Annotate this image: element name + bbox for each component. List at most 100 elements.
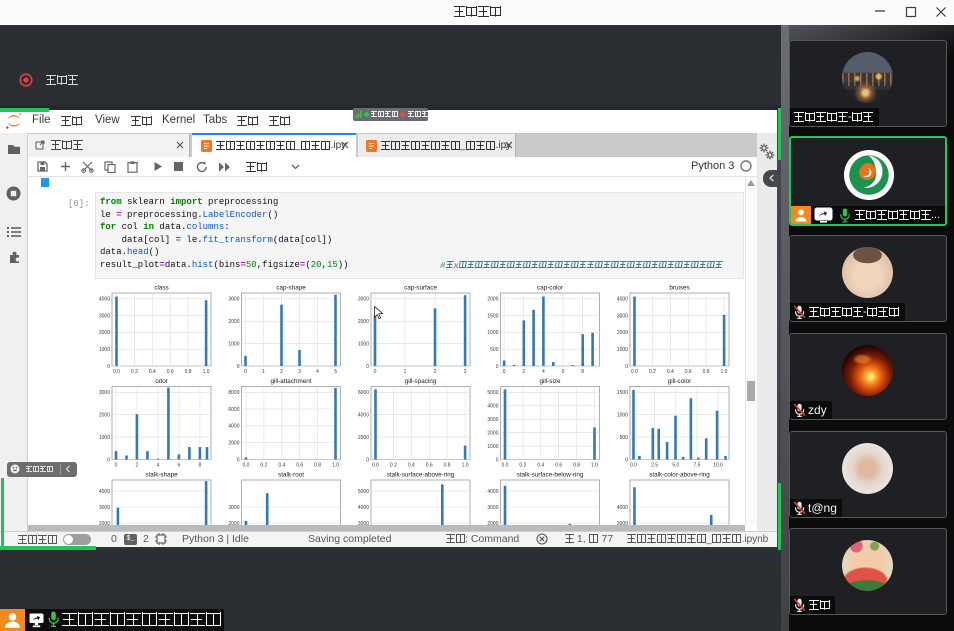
- svg-text:3000: 3000: [228, 505, 239, 511]
- svg-text:0.0: 0.0: [113, 369, 120, 375]
- svg-text:class: class: [154, 285, 168, 292]
- svg-text:0.4: 0.4: [537, 463, 544, 469]
- svg-text:gill-color: gill-color: [668, 378, 691, 385]
- svg-text:1: 1: [404, 369, 407, 375]
- svg-text:0: 0: [374, 369, 377, 375]
- svg-text:10.0: 10.0: [713, 463, 723, 469]
- svg-text:3000: 3000: [487, 417, 498, 423]
- svg-text:0.4: 0.4: [408, 463, 415, 469]
- svg-text:0.6: 0.6: [167, 369, 174, 375]
- svg-text:1000: 1000: [99, 435, 110, 441]
- svg-text:1000: 1000: [358, 341, 369, 347]
- svg-text:4000: 4000: [99, 489, 110, 495]
- svg-text:bruises: bruises: [669, 285, 689, 292]
- svg-text:0.8: 0.8: [573, 463, 580, 469]
- svg-text:4000: 4000: [617, 505, 628, 511]
- svg-text:2000: 2000: [487, 430, 498, 436]
- svg-text:0.8: 0.8: [444, 463, 451, 469]
- svg-text:0.6: 0.6: [555, 463, 562, 469]
- svg-text:5.0: 5.0: [672, 463, 679, 469]
- svg-text:4000: 4000: [99, 297, 110, 303]
- svg-text:stalk-shape: stalk-shape: [145, 472, 178, 479]
- svg-text:1000: 1000: [487, 444, 498, 450]
- svg-text:4000: 4000: [358, 505, 369, 511]
- svg-text:0: 0: [115, 463, 118, 469]
- svg-text:1000: 1000: [487, 330, 498, 336]
- svg-text:8: 8: [581, 369, 584, 375]
- svg-text:3000: 3000: [99, 390, 110, 396]
- svg-text:3000: 3000: [99, 505, 110, 511]
- svg-text:0.2: 0.2: [649, 369, 656, 375]
- svg-text:1500: 1500: [487, 313, 498, 319]
- svg-text:5: 5: [334, 369, 337, 375]
- svg-text:0.2: 0.2: [131, 369, 138, 375]
- svg-text:0.4: 0.4: [278, 463, 285, 469]
- svg-text:2000: 2000: [487, 297, 498, 303]
- svg-text:0: 0: [503, 369, 506, 375]
- svg-text:0.0: 0.0: [243, 463, 250, 469]
- svg-text:6: 6: [562, 369, 565, 375]
- svg-text:stalk-color-above-ring: stalk-color-above-ring: [649, 472, 710, 479]
- svg-text:500: 500: [490, 347, 499, 353]
- svg-text:1.0: 1.0: [591, 463, 598, 469]
- svg-text:8000: 8000: [228, 390, 239, 396]
- svg-text:6: 6: [178, 463, 181, 469]
- svg-text:0: 0: [107, 364, 110, 370]
- svg-text:0.4: 0.4: [667, 369, 674, 375]
- svg-text:0.8: 0.8: [314, 463, 321, 469]
- svg-text:gill-attachment: gill-attachment: [271, 378, 312, 385]
- svg-text:2000: 2000: [617, 330, 628, 336]
- svg-text:odor: odor: [155, 378, 168, 385]
- svg-text:4000: 4000: [617, 297, 628, 303]
- svg-text:0.4: 0.4: [149, 369, 156, 375]
- svg-text:8: 8: [199, 463, 202, 469]
- svg-text:0.0: 0.0: [372, 463, 379, 469]
- svg-text:0: 0: [107, 457, 110, 463]
- svg-text:1: 1: [262, 369, 265, 375]
- svg-text:0.6: 0.6: [685, 369, 692, 375]
- svg-text:5000: 5000: [487, 390, 498, 396]
- svg-text:cap-color: cap-color: [537, 285, 563, 292]
- svg-text:0.8: 0.8: [185, 369, 192, 375]
- svg-text:3000: 3000: [487, 505, 498, 511]
- svg-text:2: 2: [280, 369, 283, 375]
- svg-text:1.0: 1.0: [332, 463, 339, 469]
- svg-text:4: 4: [542, 369, 545, 375]
- svg-text:cap-shape: cap-shape: [276, 285, 306, 292]
- svg-text:0: 0: [625, 364, 628, 370]
- svg-text:0: 0: [244, 369, 247, 375]
- svg-text:2: 2: [522, 369, 525, 375]
- svg-text:0: 0: [625, 457, 628, 463]
- svg-text:0.2: 0.2: [519, 463, 526, 469]
- svg-text:1.0: 1.0: [721, 369, 728, 375]
- svg-text:gill-size: gill-size: [540, 378, 561, 385]
- svg-text:4000: 4000: [228, 424, 239, 430]
- svg-text:1.0: 1.0: [203, 369, 210, 375]
- svg-text:2000: 2000: [358, 435, 369, 441]
- svg-text:0.0: 0.0: [630, 463, 637, 469]
- svg-text:0.2: 0.2: [260, 463, 267, 469]
- svg-text:4: 4: [316, 369, 319, 375]
- svg-text:stalk-surface-below-ring: stalk-surface-below-ring: [517, 472, 584, 479]
- svg-text:2000: 2000: [99, 330, 110, 336]
- svg-text:2.5: 2.5: [651, 463, 658, 469]
- svg-text:4000: 4000: [487, 489, 498, 495]
- svg-text:3: 3: [298, 369, 301, 375]
- svg-text:0.6: 0.6: [426, 463, 433, 469]
- svg-text:3000: 3000: [99, 313, 110, 319]
- svg-text:1000: 1000: [617, 347, 628, 353]
- svg-text:3000: 3000: [358, 297, 369, 303]
- svg-text:0.6: 0.6: [296, 463, 303, 469]
- svg-text:stalk-surface-above-ring: stalk-surface-above-ring: [387, 472, 455, 479]
- svg-text:500: 500: [620, 435, 629, 441]
- svg-text:2000: 2000: [228, 441, 239, 447]
- svg-text:2000: 2000: [99, 413, 110, 419]
- svg-text:2000: 2000: [228, 319, 239, 325]
- svg-text:2: 2: [434, 369, 437, 375]
- svg-text:stalk-root: stalk-root: [278, 472, 304, 479]
- svg-text:0: 0: [366, 457, 369, 463]
- svg-text:3: 3: [464, 369, 467, 375]
- svg-text:6000: 6000: [358, 390, 369, 396]
- svg-text:5000: 5000: [358, 489, 369, 495]
- svg-text:3000: 3000: [228, 297, 239, 303]
